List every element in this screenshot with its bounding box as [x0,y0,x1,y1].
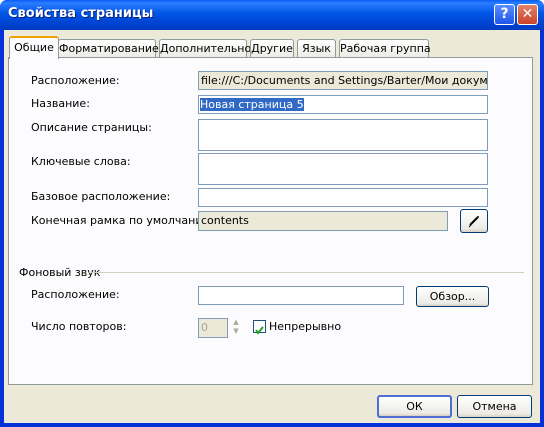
loop-spinner[interactable]: ▲ ▼ [230,318,242,338]
dialog-window: Свойства страницы ? ✕ Общие Форматирован… [0,0,544,427]
description-input[interactable] [198,119,488,151]
dialog-body: Общие Форматирование Дополнительно Други… [4,30,540,423]
location-field: file:///C:/Documents and Settings/Barter… [198,71,488,90]
edit-pencil-icon [468,216,479,228]
default-frame-label: Конечная рамка по умолчанию: [31,214,216,227]
tab-workgroup[interactable]: Рабочая группа [339,39,431,57]
tab-other[interactable]: Другие [250,39,294,57]
help-button[interactable]: ? [494,4,515,25]
sound-location-input[interactable] [198,286,404,305]
keywords-input[interactable] [198,153,488,185]
description-label: Описание страницы: [31,121,152,134]
ok-button[interactable]: ОК [377,395,452,418]
loop-count-input[interactable]: 0 [198,318,228,338]
edit-frame-button[interactable] [460,209,488,233]
keywords-label: Ключевые слова: [31,155,131,168]
tab-advanced[interactable]: Дополнительно [159,39,251,57]
window-title: Свойства страницы [8,6,154,21]
loop-label: Число повторов: [31,320,127,333]
forever-checkbox[interactable] [253,320,266,335]
title-label: Название: [31,97,90,110]
checkmark-icon [255,326,264,335]
tab-formatting[interactable]: Форматирование [58,39,159,57]
help-icon: ? [500,6,509,22]
close-button[interactable]: ✕ [517,4,538,25]
title-input-value: Новая страница 5 [200,98,304,111]
tab-general[interactable]: Общие [9,36,59,59]
sound-location-label: Расположение: [31,288,120,301]
base-location-label: Базовое расположение: [31,190,171,203]
browse-button[interactable]: Обзор... [416,286,489,307]
spin-down-icon: ▼ [233,327,239,335]
title-bar[interactable]: Свойства страницы ? ✕ [0,0,544,30]
tab-language[interactable]: Язык [297,39,336,57]
title-input[interactable]: Новая страница 5 [198,95,488,114]
close-icon: ✕ [521,6,534,22]
cancel-button[interactable]: Отмена [457,395,532,418]
group-separator [89,272,524,273]
tab-panel-general: Расположение: file:///C:/Documents and S… [8,57,533,385]
default-frame-field: contents [198,211,448,231]
base-location-input[interactable] [198,188,488,207]
spin-up-icon: ▲ [233,318,239,326]
location-label: Расположение: [31,74,120,87]
forever-label[interactable]: Непрерывно [269,320,341,333]
